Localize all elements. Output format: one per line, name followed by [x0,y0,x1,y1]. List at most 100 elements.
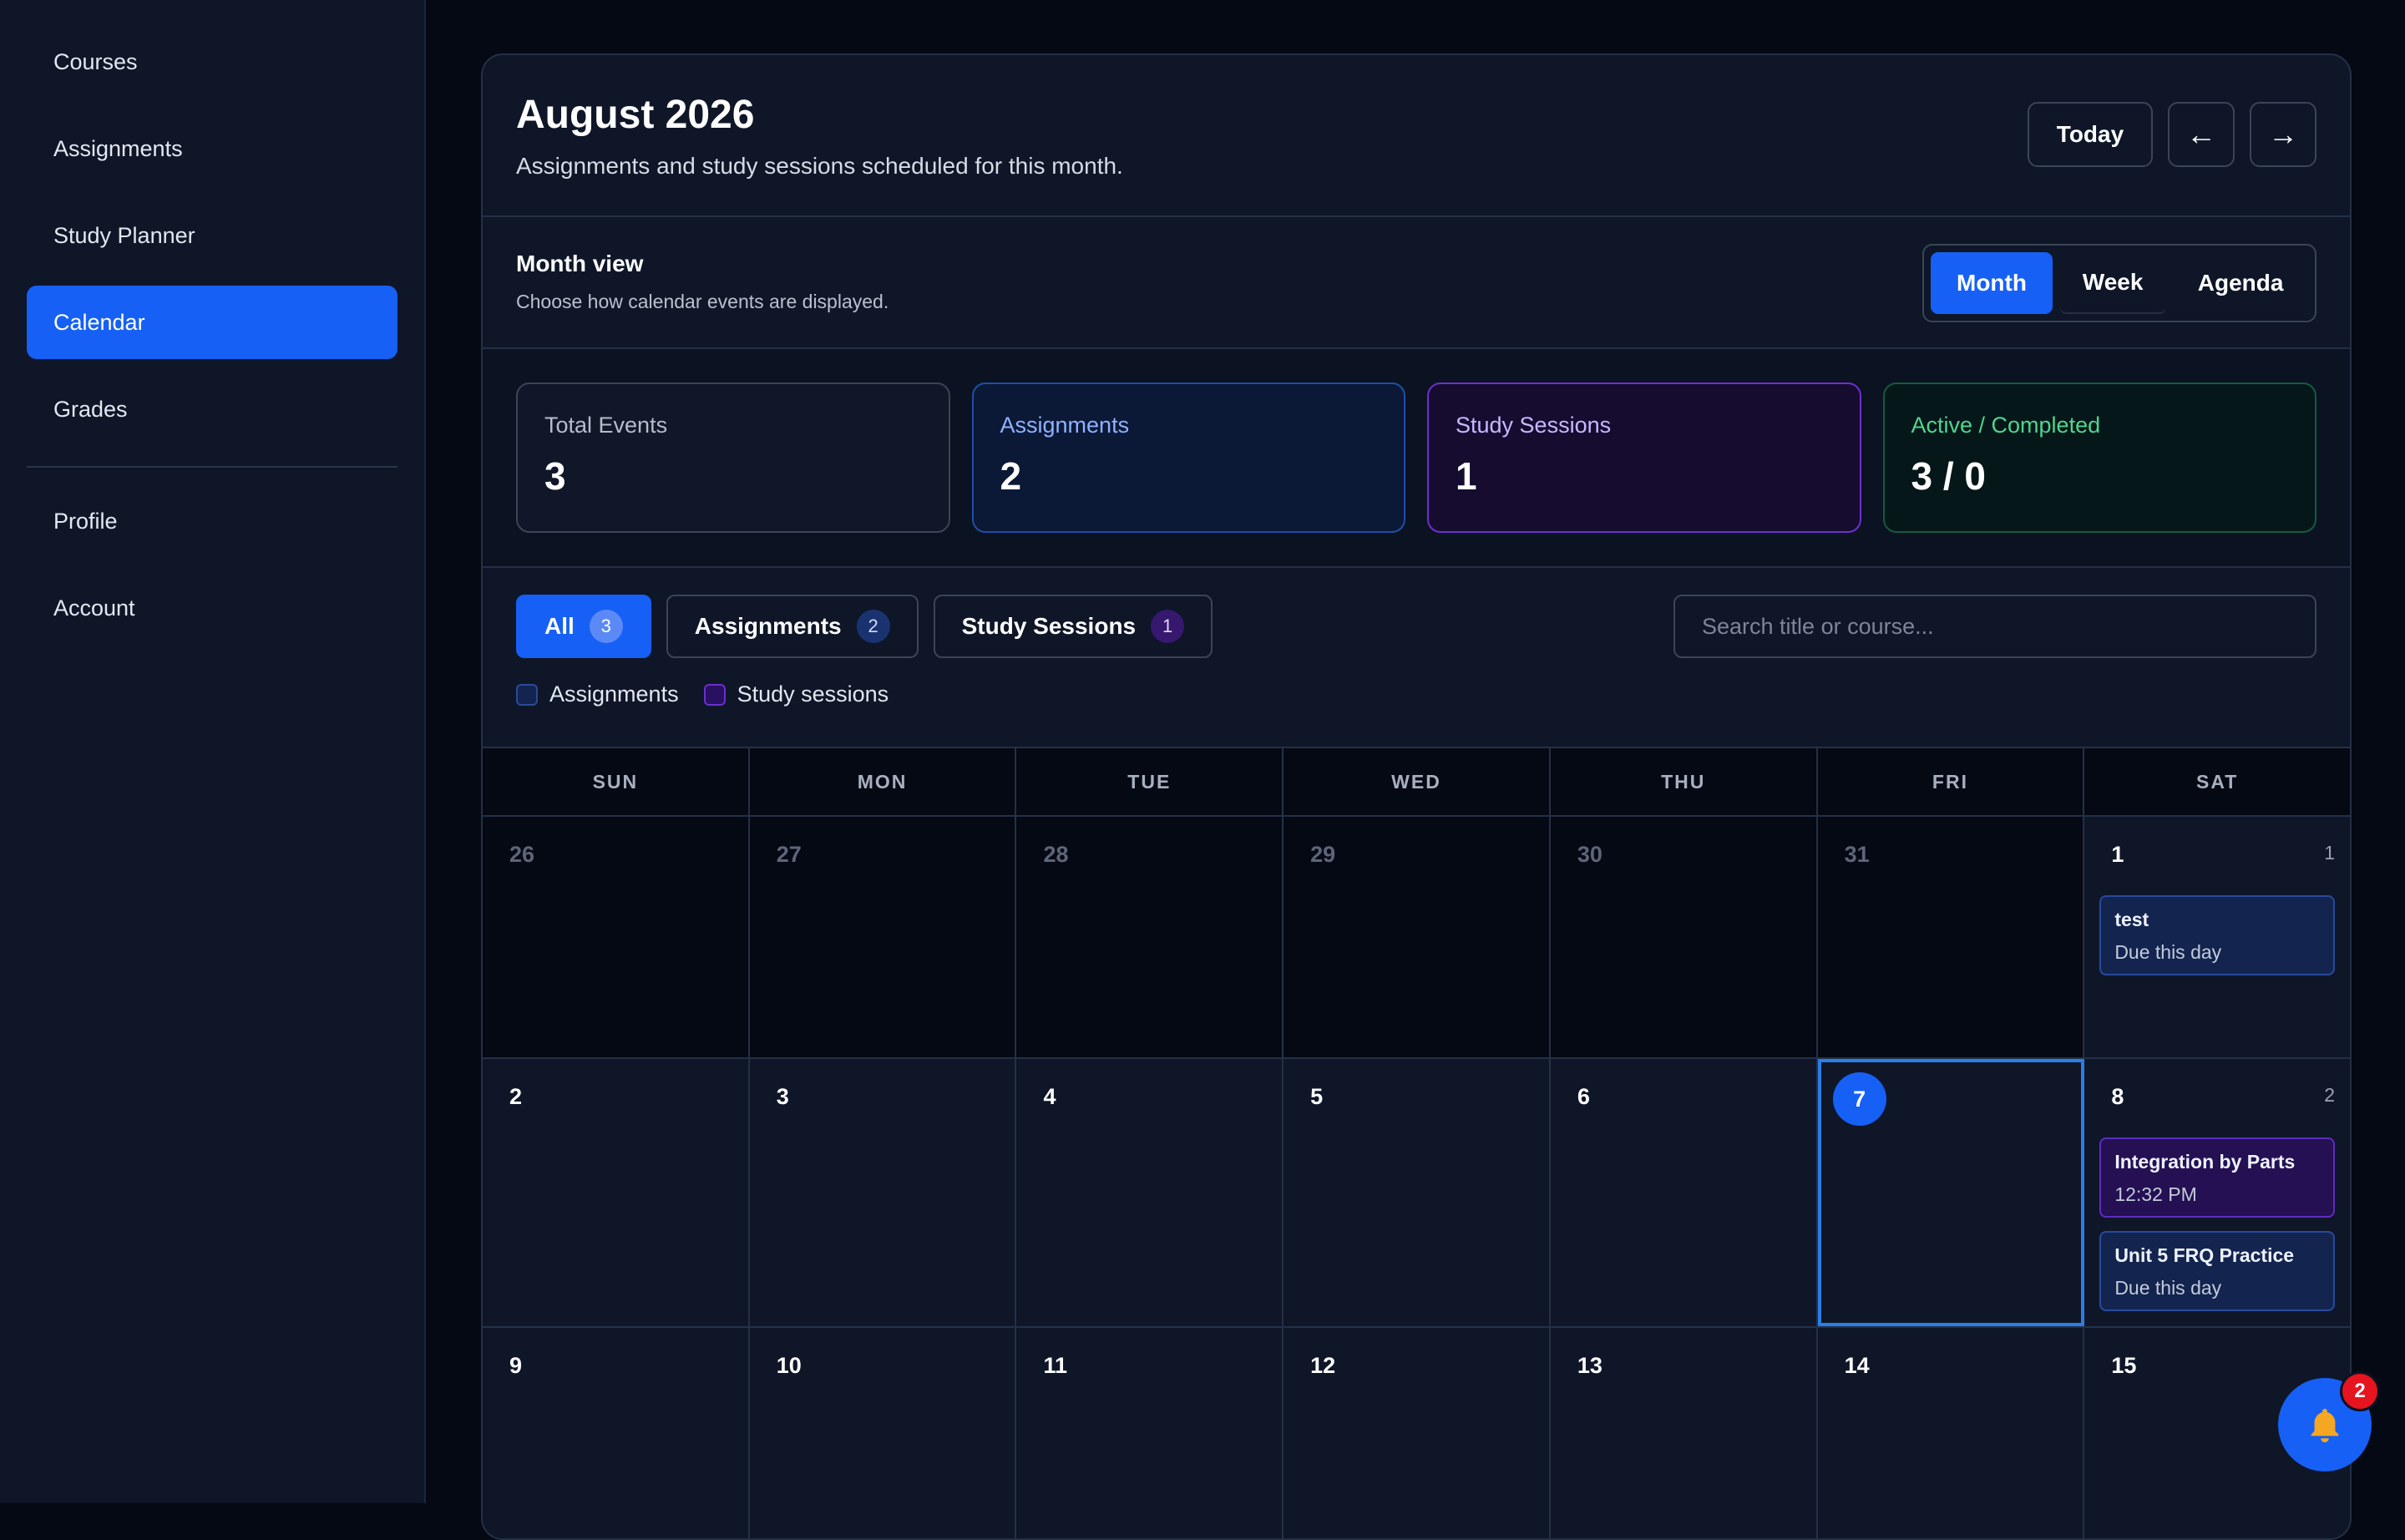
header-actions: Today ← → [2028,102,2316,167]
chip-label: Assignments [694,613,842,639]
sidebar-item-study-planner[interactable]: Study Planner [27,199,397,272]
day-number: 9 [509,1353,523,1378]
weekday-label: WED [1284,748,1551,815]
day-cell[interactable]: 26 [483,817,750,1057]
day-cell[interactable]: 31 [1817,817,2085,1057]
sidebar-divider [27,466,397,468]
sidebar-item-profile[interactable]: Profile [27,484,397,558]
day-cell[interactable]: 3 [749,1059,1017,1326]
day-cell[interactable]: 14 [1817,1328,2085,1538]
next-month-button[interactable]: → [2250,102,2316,167]
day-number: 4 [1043,1084,1056,1109]
sidebar-item-account[interactable]: Account [27,571,397,645]
day-cell[interactable]: 6 [1550,1059,1818,1326]
sidebar-item-assignments[interactable]: Assignments [27,112,397,185]
day-cell-today[interactable]: 7 [1817,1059,2085,1326]
stat-value: 2 [1000,454,1022,498]
prev-month-button[interactable]: ← [2168,102,2235,167]
day-cell[interactable]: 2 [483,1059,750,1326]
weekday-label: FRI [1818,748,2085,815]
day-cell[interactable]: 28 [1016,817,1284,1057]
stat-value: 1 [1456,454,1477,498]
sidebar-item-courses[interactable]: Courses [27,25,397,99]
legend-label: Study sessions [737,681,889,707]
stat-assignments: Assignments 2 [971,382,1405,533]
sidebar-item-label: Courses [53,48,138,74]
day-number: 3 [776,1084,789,1109]
chip-label: Study Sessions [961,613,1137,639]
stat-label: Study Sessions [1456,413,1612,438]
count-badge: 3 [589,610,623,643]
stat-value: 3 [544,454,566,498]
calendar-week: 2 3 4 5 6 7 8 2 Integration by Parts 12:… [483,1059,2350,1328]
filter-study-sessions-button[interactable]: Study Sessions 1 [933,595,1213,658]
day-number: 6 [1577,1084,1590,1109]
legend-label: Assignments [549,681,679,707]
weekday-label: MON [750,748,1017,815]
weekday-label: SUN [483,748,750,815]
view-month-button[interactable]: Month [1931,252,2053,314]
day-number: 27 [776,842,802,867]
filter-all-button[interactable]: All 3 [516,595,651,658]
filter-assignments-button[interactable]: Assignments 2 [666,595,919,658]
search-input[interactable] [1673,595,2316,658]
day-cell[interactable]: 1 1 test Due this day [2084,817,2350,1057]
view-agenda-button[interactable]: Agenda [2173,252,2308,314]
event-title: test [2114,909,2149,930]
assignment-event[interactable]: Unit 5 FRQ Practice Due this day [2099,1231,2336,1311]
stat-value: 3 / 0 [1911,454,1987,498]
day-number: 26 [509,842,535,867]
filter-bar: All 3 Assignments 2 Study Sessions 1 Ass… [483,568,2350,747]
count-badge: 1 [1151,610,1185,643]
stat-active-completed: Active / Completed 3 / 0 [1882,382,2316,533]
arrow-left-icon: ← [2186,117,2216,151]
calendar-panel: August 2026 Assignments and study sessio… [481,53,2352,1540]
today-button[interactable]: Today [2028,102,2153,167]
sidebar: Courses Assignments Study Planner Calend… [0,0,426,1503]
day-cell[interactable]: 30 [1550,817,1818,1057]
assignment-swatch [516,683,538,706]
stat-study-sessions: Study Sessions 1 [1427,382,1861,533]
day-cell[interactable]: 27 [749,817,1017,1057]
sidebar-item-label: Assignments [53,135,183,161]
day-number: 14 [1844,1353,1870,1378]
legend: Assignments Study sessions [516,681,2316,707]
day-number: 8 [2111,1084,2124,1109]
sidebar-item-label: Calendar [53,309,145,335]
bell-icon [2311,1408,2339,1443]
sidebar-item-calendar[interactable]: Calendar [27,286,397,359]
stat-label: Total Events [544,413,668,438]
calendar-week: 9 10 11 12 13 14 15 [483,1328,2350,1538]
legend-assignments: Assignments [516,681,679,707]
today-day-number: 7 [1832,1072,1886,1126]
day-cell[interactable]: 12 [1284,1328,1551,1538]
assignment-event[interactable]: test Due this day [2099,895,2336,975]
day-number: 30 [1577,842,1602,867]
study-session-event[interactable]: Integration by Parts 12:32 PM [2099,1137,2336,1218]
view-switcher: Month Week Agenda [1922,244,2316,322]
day-cell[interactable]: 13 [1550,1328,1818,1538]
sidebar-item-grades[interactable]: Grades [27,372,397,446]
day-cell[interactable]: 8 2 Integration by Parts 12:32 PM Unit 5… [2084,1059,2350,1326]
notification-count-badge: 2 [2340,1371,2380,1411]
event-title: Unit 5 FRQ Practice [2114,1244,2295,1266]
view-week-button[interactable]: Week [2058,252,2167,314]
day-cell[interactable]: 5 [1284,1059,1551,1326]
day-cell[interactable]: 9 [483,1328,750,1538]
day-cell[interactable]: 11 [1016,1328,1284,1538]
day-cell[interactable]: 4 [1016,1059,1284,1326]
day-number: 10 [776,1353,802,1378]
day-cell[interactable]: 10 [749,1328,1017,1538]
calendar-header: August 2026 Assignments and study sessio… [483,55,2350,217]
sidebar-item-label: Study Planner [53,222,195,248]
day-number: 5 [1310,1084,1324,1109]
day-number: 15 [2111,1353,2137,1378]
month-grid: SUN MON TUE WED THU FRI SAT 26 27 28 29 … [483,747,2350,1538]
event-count: 1 [2324,842,2336,864]
event-detail: Due this day [2114,1277,2222,1299]
view-bar: Month view Choose how calendar events ar… [483,217,2350,349]
event-title: Integration by Parts [2114,1151,2296,1173]
day-number: 1 [2111,842,2124,867]
weekday-label: THU [1551,748,1818,815]
day-cell[interactable]: 29 [1284,817,1551,1057]
